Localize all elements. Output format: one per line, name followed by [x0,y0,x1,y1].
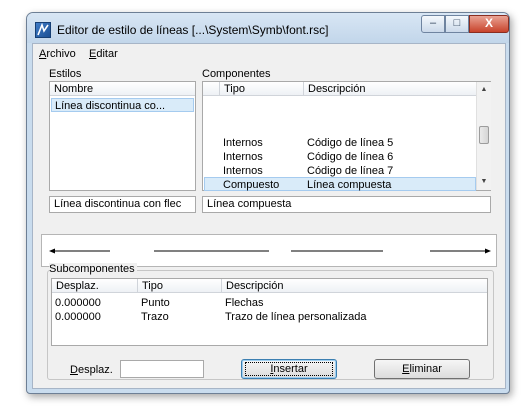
dialog-client-area: Archivo Editar Estilos Nombre Línea disc… [32,43,506,389]
componentes-row[interactable]: Internos Código de línea 7 [204,164,476,178]
maximize-button[interactable]: □ [445,15,469,33]
componentes-label: Componentes [202,68,271,80]
componentes-row-descripcion: Código de línea 7 [307,165,394,177]
subcomponentes-label: Subcomponentes [49,263,137,275]
line-preview-graphic [49,248,491,254]
estilo-name-field[interactable]: Línea discontinua con flec [49,196,196,213]
componentes-row-tipo: Internos [223,137,263,149]
subcomponentes-header-descripcion[interactable]: Descripción [221,279,487,293]
componentes-header-spacer [203,82,219,96]
subcomponentes-header-desplaz[interactable]: Desplaz. [52,279,137,293]
estilos-header-nombre[interactable]: Nombre [50,82,195,96]
insertar-button[interactable]: Insertar [241,359,337,379]
maximize-icon: □ [453,17,461,29]
eliminar-label: liminar [409,363,442,375]
componentes-header-descripcion[interactable]: Descripción [303,82,476,96]
desplaz-label: Desplaz. [70,364,113,376]
desplaz-label-accel: D [70,364,78,376]
estilos-list-item[interactable]: Línea discontinua co... [51,98,194,112]
eliminar-button[interactable]: Eliminar [374,359,470,379]
componentes-row-tipo: Internos [223,165,263,177]
subcomponentes-row[interactable]: 0.000000 Punto Flechas [53,296,486,310]
title-bar[interactable]: Editor de estilo de líneas [...\System\S… [27,13,509,43]
subcomponentes-row-tipo: Punto [141,297,170,309]
menu-editar[interactable]: Editar [89,48,118,60]
componentes-row-descripcion: Código de línea 6 [307,151,394,163]
app-icon[interactable] [35,22,51,38]
componentes-row-tipo: Compuesto [223,179,280,191]
componentes-row-selected[interactable]: Compuesto Línea compuesta [204,177,476,191]
menu-archivo[interactable]: Archivo [39,48,76,60]
componentes-list[interactable]: Tipo Descripción Internos Código de líne… [202,81,491,191]
subcomponentes-row[interactable]: 0.000000 Trazo Trazo de línea personaliz… [53,310,486,324]
subcomponentes-row-tipo: Trazo [141,311,169,323]
menu-archivo-label: rchivo [46,48,76,60]
estilos-item-label: Línea discontinua co... [55,100,166,112]
estilos-list[interactable]: Nombre Línea discontinua co... [49,81,196,191]
estilos-label: Estilos [49,68,82,80]
componentes-row[interactable]: Internos Código de línea 6 [204,150,476,164]
componentes-row-descripcion: Código de línea 5 [307,137,394,149]
desplaz-input[interactable] [120,360,204,378]
desplaz-label-text: esplaz. [77,364,113,376]
subcomponentes-row-descripcion: Flechas [225,297,264,309]
scroll-up-arrow-icon[interactable]: ▲ [477,84,491,96]
scroll-down-arrow-icon[interactable]: ▼ [477,176,491,188]
componentes-header-tipo[interactable]: Tipo [219,82,303,96]
dialog-window: Editor de estilo de líneas [...\System\S… [26,12,510,394]
window-title: Editor de estilo de líneas [...\System\S… [57,23,329,37]
subcomponentes-row-descripcion: Trazo de línea personalizada [225,311,367,323]
componente-description-field[interactable]: Línea compuesta [202,196,491,213]
focus-rectangle [245,362,333,376]
minimize-button[interactable]: – [421,15,445,33]
subcomponentes-row-desplaz: 0.000000 [55,297,101,309]
minimize-icon: – [429,17,437,29]
subcomponentes-row-desplaz: 0.000000 [55,311,101,323]
componentes-scrollbar[interactable]: ▲ ▼ [476,82,491,190]
scroll-thumb-grip-icon[interactable] [479,126,489,144]
subcomponentes-list[interactable]: Desplaz. Tipo Descripción 0.000000 Punto… [51,278,488,346]
componentes-row-descripcion: Línea compuesta [307,179,392,191]
componentes-row[interactable]: Internos Código de línea 5 [204,136,476,150]
menu-bar: Archivo Editar [33,44,505,62]
menu-editar-label: ditar [96,48,118,60]
subcomponentes-header-tipo[interactable]: Tipo [137,279,221,293]
close-button[interactable]: X [469,15,509,33]
componentes-row-tipo: Internos [223,151,263,163]
close-icon: X [484,16,493,30]
